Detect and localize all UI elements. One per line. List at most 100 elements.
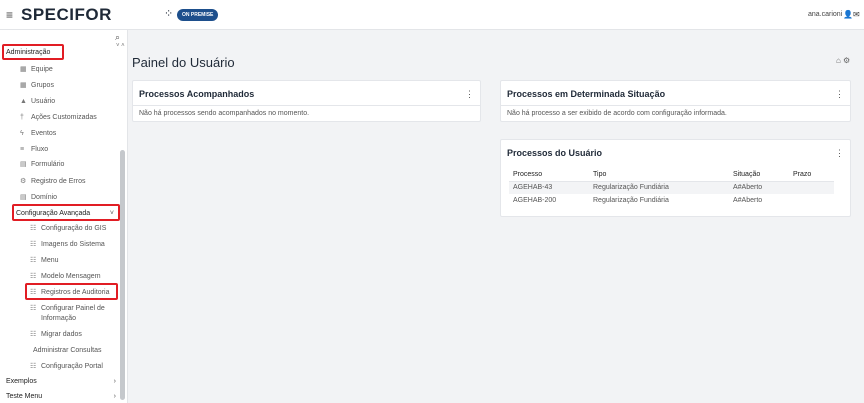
- divider: [133, 105, 480, 106]
- table-cell[interactable]: AGEHAB-200: [509, 194, 589, 207]
- panel-title: Processos do Usuário: [507, 148, 603, 158]
- notification-settings-icon[interactable]: ⌂ ⚙: [836, 56, 850, 65]
- user-name[interactable]: ana.carioni: [808, 11, 842, 19]
- table-cell: A#Aberto: [729, 181, 789, 194]
- sidebar-item-configuracao-gis[interactable]: ☷ Configuração do GIS: [30, 225, 106, 233]
- sidebar-item-label: Fluxo: [31, 146, 49, 153]
- table-cell: [789, 194, 834, 207]
- settings-list-icon: ☷: [30, 305, 37, 312]
- sidebar-item-fluxo[interactable]: ≡ Fluxo: [20, 146, 48, 154]
- highlight-administracao: [2, 44, 64, 60]
- settings-list-icon: ☷: [30, 363, 37, 370]
- panel-title: Processos Acompanhados: [139, 89, 255, 99]
- sidebar-item-modelo-mensagem[interactable]: ☷ Modelo Mensagem: [30, 273, 101, 281]
- sidebar-item-formulario[interactable]: ▤ Formulário: [20, 161, 64, 169]
- sidebar-item-label: Imagens do Sistema: [41, 241, 105, 248]
- groups-icon: ▦: [20, 82, 27, 89]
- settings-list-icon: ☷: [30, 225, 37, 232]
- sidebar-item-label: Registro de Erros: [31, 178, 86, 185]
- search-icon[interactable]: ⌕: [115, 33, 120, 42]
- sidebar-item-label: Ações Customizadas: [31, 114, 97, 121]
- sidebar-item-teste-menu[interactable]: Teste Menu ›: [6, 393, 118, 401]
- table-row[interactable]: AGEHAB-43 Regularização Fundiária A#Aber…: [509, 181, 834, 194]
- sidebar-item-label: Menu: [41, 257, 59, 264]
- table-cell: [789, 181, 834, 194]
- column-header[interactable]: Situação: [729, 168, 789, 182]
- sidebar-item-dominio[interactable]: ▤ Domínio: [20, 194, 57, 202]
- sidebar-item-migrar-dados[interactable]: ☷ Migrar dados: [30, 331, 82, 339]
- panel-processos-usuario: Processos do Usuário ⋮ Processo Tipo Sit…: [500, 139, 851, 217]
- table-header-row: Processo Tipo Situação Prazo: [509, 168, 834, 182]
- on-premise-badge: ON PREMISE: [177, 9, 219, 21]
- kebab-menu-icon[interactable]: ⋮: [835, 89, 844, 99]
- highlight-configuracao-avancada: [12, 204, 120, 221]
- page-title: Painel do Usuário: [132, 55, 235, 70]
- sidebar-item-configuracao-portal[interactable]: ☷ Configuração Portal: [30, 363, 103, 371]
- process-table: Processo Tipo Situação Prazo AGEHAB-43 R…: [509, 168, 834, 207]
- table-cell[interactable]: AGEHAB-43: [509, 181, 589, 194]
- lightning-icon: ϟ: [20, 130, 24, 137]
- chevron-right-icon: ›: [113, 393, 116, 400]
- sidebar-item-configurar-painel[interactable]: ☷ Configurar Painel de: [30, 305, 105, 313]
- sidebar-item-exemplos[interactable]: Exemplos ›: [6, 378, 118, 386]
- user-icon: ▲: [20, 98, 27, 105]
- user-mail-icon[interactable]: 👤✉: [843, 10, 860, 19]
- flow-icon: ≡: [20, 146, 25, 153]
- column-header[interactable]: Prazo: [789, 168, 834, 182]
- sidebar-item-administrar-consultas[interactable]: Administrar Consultas: [33, 347, 101, 355]
- column-header[interactable]: Processo: [509, 168, 589, 182]
- sidebar-item-label: Migrar dados: [41, 331, 82, 338]
- kebab-menu-icon[interactable]: ⋮: [835, 148, 844, 158]
- panel-title: Processos em Determinada Situação: [507, 89, 666, 99]
- settings-list-icon: ☷: [30, 331, 37, 338]
- settings-list-icon: ☷: [30, 273, 37, 280]
- empty-message: Não há processos sendo acompanhados no m…: [139, 110, 310, 117]
- sidebar-item-label: Grupos: [31, 82, 54, 89]
- sidebar-item-label: Eventos: [31, 130, 57, 137]
- form-icon: ▤: [20, 161, 27, 168]
- sidebar-item-registro-de-erros[interactable]: ⚙ Registro de Erros: [20, 178, 85, 186]
- sidebar: ⌕ ˅ ˄ Administração ▦ Equipe ▦ Grupos ▲ Usu…: [0, 30, 128, 403]
- settings-list-icon: ☷: [30, 241, 37, 248]
- brand-logo[interactable]: SPECIFOR: [21, 6, 112, 24]
- sidebar-scrollbar[interactable]: [120, 150, 125, 400]
- sidebar-item-label: Usuário: [31, 98, 56, 105]
- empty-message: Não há processo a ser exibido de acordo …: [507, 110, 727, 117]
- sidebar-item-acoes-customizadas[interactable]: † Ações Customizadas: [20, 114, 97, 122]
- sidebar-item-label: Configuração Portal: [41, 363, 103, 370]
- sidebar-item-menu[interactable]: ☷ Menu: [30, 257, 59, 265]
- highlight-registros-auditoria: [25, 283, 118, 300]
- sidebar-item-label: Modelo Mensagem: [41, 273, 101, 280]
- sidebar-item-label: Teste Menu: [6, 393, 43, 400]
- top-bar: ≡ SPECIFOR ⁘ ON PREMISE ana.carioni 👤✉: [0, 0, 864, 30]
- column-header[interactable]: Tipo: [589, 168, 729, 182]
- table-cell: A#Aberto: [733, 197, 763, 204]
- kebab-menu-icon[interactable]: ⋮: [465, 89, 474, 99]
- collapse-arrows-icon[interactable]: ˅ ˄: [116, 43, 125, 49]
- sidebar-item-label: Domínio: [31, 194, 58, 201]
- sidebar-item-eventos[interactable]: ϟ Eventos: [20, 130, 56, 138]
- table-row[interactable]: AGEHAB-200 Regularização Fundiária A#Abe…: [509, 194, 834, 207]
- sidebar-item-grupos[interactable]: ▦ Grupos: [20, 82, 54, 90]
- custom-action-icon: †: [20, 114, 24, 121]
- gear-icon: ⚙: [20, 178, 27, 185]
- sidebar-item-equipe[interactable]: ▦ Equipe: [20, 66, 53, 74]
- brand-dots-icon: ⁘: [164, 8, 174, 20]
- panel-processos-situacao: Processos em Determinada Situação ⋮ Não …: [500, 80, 851, 122]
- sidebar-item-usuario[interactable]: ▲ Usuário: [20, 98, 55, 106]
- table-icon: ▤: [20, 194, 27, 201]
- sidebar-item-label: Configurar Painel de: [41, 305, 105, 312]
- sidebar-item-label: Configuração do GIS: [41, 225, 107, 232]
- sidebar-item-label: Equipe: [31, 66, 53, 73]
- table-cell: Regularização Fundiária: [593, 197, 669, 204]
- settings-list-icon: ☷: [30, 257, 37, 264]
- team-icon: ▦: [20, 66, 27, 73]
- divider: [501, 105, 850, 106]
- chevron-right-icon: ›: [113, 378, 116, 385]
- sidebar-item-label: Administrar Consultas: [33, 347, 102, 354]
- sidebar-item-label: Formulário: [31, 161, 65, 168]
- sidebar-item-imagens-sistema[interactable]: ☷ Imagens do Sistema: [30, 241, 105, 249]
- sidebar-item-label-continued: Informação: [41, 315, 77, 322]
- hamburger-icon[interactable]: ≡: [6, 9, 13, 21]
- table-cell: Regularização Fundiária: [589, 181, 729, 194]
